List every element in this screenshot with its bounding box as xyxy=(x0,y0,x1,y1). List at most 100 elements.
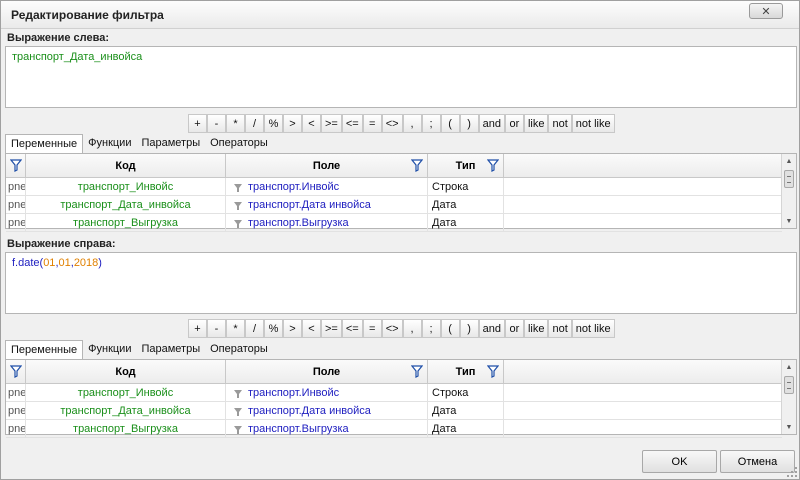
operator-button[interactable]: not like xyxy=(571,114,615,133)
right-expression-input[interactable]: f.date(01,01,2018) xyxy=(5,252,797,314)
window-title: Редактирование фильтра xyxy=(11,8,164,22)
column-header-type[interactable]: Тип xyxy=(428,360,504,384)
operator-button[interactable]: like xyxy=(523,114,549,133)
tab-functions[interactable]: Функции xyxy=(83,340,136,360)
operator-button[interactable]: * xyxy=(226,319,245,338)
operator-button[interactable]: ) xyxy=(459,319,479,338)
operator-button[interactable]: < xyxy=(302,319,321,338)
operator-button[interactable]: >= xyxy=(321,114,342,133)
vertical-scrollbar[interactable]: ▲ ▼ xyxy=(781,154,796,228)
tab-operators[interactable]: Операторы xyxy=(205,340,273,360)
operator-button[interactable]: > xyxy=(283,114,302,133)
operator-button[interactable]: <= xyxy=(341,319,363,338)
field-icon xyxy=(234,425,242,434)
variables-grid-left: Код Поле Тип pne транспорт_Инвойс транспорт.И… xyxy=(5,153,797,232)
titlebar: Редактирование фильтра ✕ xyxy=(1,1,799,29)
operator-button[interactable]: ) xyxy=(459,114,479,133)
funnel-icon[interactable] xyxy=(9,159,23,172)
field-icon xyxy=(234,407,242,416)
ok-button[interactable]: OK xyxy=(642,450,717,473)
operator-button[interactable]: > xyxy=(283,319,302,338)
operator-button[interactable]: ( xyxy=(440,319,460,338)
operator-button[interactable]: ( xyxy=(440,114,460,133)
scroll-up-arrow-icon[interactable]: ▲ xyxy=(782,360,796,374)
scroll-down-arrow-icon[interactable]: ▼ xyxy=(782,214,796,228)
table-row[interactable]: pne транспорт_Дата_инвойса транспорт.Дата … xyxy=(6,402,782,420)
tab-variables[interactable]: Переменные xyxy=(5,340,84,360)
cell-field: транспорт.Выгрузка xyxy=(226,214,428,232)
operator-button[interactable]: % xyxy=(264,114,283,133)
tab-parameters[interactable]: Параметры xyxy=(136,340,205,360)
operator-button[interactable]: and xyxy=(478,114,505,133)
operator-button[interactable]: = xyxy=(362,319,382,338)
tab-variables[interactable]: Переменные xyxy=(5,134,84,154)
scroll-up-arrow-icon[interactable]: ▲ xyxy=(782,154,796,168)
funnel-icon[interactable] xyxy=(486,365,500,378)
cell-code: транспорт_Выгрузка xyxy=(26,214,226,232)
tab-functions[interactable]: Функции xyxy=(83,134,136,154)
funnel-icon[interactable] xyxy=(410,159,424,172)
operator-button[interactable]: or xyxy=(504,319,524,338)
table-row[interactable]: pne транспорт_Дата_инвойса транспорт.Дата … xyxy=(6,196,782,214)
operator-button[interactable]: >= xyxy=(321,319,342,338)
operator-button[interactable]: not xyxy=(548,114,572,133)
cell-code: транспорт_Выгрузка xyxy=(26,420,226,438)
scroll-down-arrow-icon[interactable]: ▼ xyxy=(782,420,796,434)
column-header-code[interactable]: Код xyxy=(26,154,226,178)
variables-grid-right: Код Поле Тип pne транспорт_Инвойс транспорт.И… xyxy=(5,359,797,438)
expr-arg-day: 01 xyxy=(43,257,56,269)
operator-button[interactable]: , xyxy=(402,319,422,338)
operator-button[interactable]: / xyxy=(245,114,264,133)
field-icon xyxy=(234,183,242,192)
cell-type: Дата xyxy=(428,402,504,420)
cell-field: транспорт.Выгрузка xyxy=(226,420,428,438)
operator-button[interactable]: ; xyxy=(421,114,441,133)
tab-operators[interactable]: Операторы xyxy=(205,134,273,154)
grid-header: Код Поле Тип xyxy=(6,360,782,384)
operator-button[interactable]: % xyxy=(264,319,283,338)
operator-button[interactable]: <> xyxy=(381,319,403,338)
operator-button[interactable]: like xyxy=(523,319,549,338)
operator-button[interactable]: , xyxy=(402,114,422,133)
column-header-field[interactable]: Поле xyxy=(226,154,428,178)
operator-button[interactable]: - xyxy=(207,114,226,133)
tab-parameters[interactable]: Параметры xyxy=(136,134,205,154)
operator-button[interactable]: + xyxy=(188,114,207,133)
operator-button[interactable]: = xyxy=(362,114,382,133)
operator-button[interactable]: <> xyxy=(381,114,403,133)
table-row[interactable]: pne транспорт_Выгрузка транспорт.Выгрузка Д… xyxy=(6,214,782,232)
cell-type: Строка xyxy=(428,178,504,196)
operator-toolbar-right: + - * /% > < >= <= = <>,;() and or like not not like xyxy=(188,319,615,338)
column-header-field[interactable]: Поле xyxy=(226,360,428,384)
operator-button[interactable]: / xyxy=(245,319,264,338)
left-expression-input[interactable]: транспорт_Дата_инвойса xyxy=(5,46,797,108)
vertical-scrollbar[interactable]: ▲ ▼ xyxy=(781,360,796,434)
operator-button[interactable]: - xyxy=(207,319,226,338)
close-button[interactable]: ✕ xyxy=(749,3,783,19)
operator-button[interactable]: <= xyxy=(341,114,363,133)
funnel-icon[interactable] xyxy=(9,365,23,378)
operator-button[interactable]: + xyxy=(188,319,207,338)
cell-field: транспорт.Инвойс xyxy=(226,384,428,402)
resize-grip-icon[interactable] xyxy=(787,467,797,477)
column-header-type[interactable]: Тип xyxy=(428,154,504,178)
column-header-code[interactable]: Код xyxy=(26,360,226,384)
operator-button[interactable]: < xyxy=(302,114,321,133)
scroll-thumb[interactable] xyxy=(784,170,794,188)
cell-field: транспорт.Дата инвойса xyxy=(226,196,428,214)
table-row[interactable]: pne транспорт_Инвойс транспорт.Инвойс Строк… xyxy=(6,178,782,196)
table-row[interactable]: pne транспорт_Выгрузка транспорт.Выгрузка Д… xyxy=(6,420,782,438)
scroll-thumb[interactable] xyxy=(784,376,794,394)
operator-button[interactable]: not xyxy=(548,319,572,338)
funnel-icon[interactable] xyxy=(486,159,500,172)
operator-button[interactable]: * xyxy=(226,114,245,133)
operator-button[interactable]: or xyxy=(504,114,524,133)
funnel-icon[interactable] xyxy=(410,365,424,378)
operator-button[interactable]: ; xyxy=(421,319,441,338)
operator-button[interactable]: and xyxy=(478,319,505,338)
operator-button[interactable]: not like xyxy=(571,319,615,338)
cancel-button[interactable]: Отмена xyxy=(720,450,795,473)
left-expression-text: транспорт_Дата_инвойса xyxy=(12,51,143,63)
row-prefix: pne xyxy=(6,196,26,214)
table-row[interactable]: pne транспорт_Инвойс транспорт.Инвойс Строк… xyxy=(6,384,782,402)
